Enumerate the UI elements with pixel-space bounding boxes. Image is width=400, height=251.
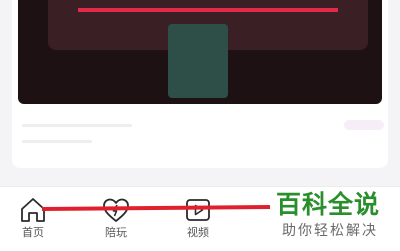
tab-label: 首页 bbox=[22, 226, 44, 239]
video-play-icon bbox=[186, 199, 210, 221]
tab-label: 陪玩 bbox=[105, 226, 127, 239]
watermark-title: 百科全说 bbox=[276, 190, 381, 219]
tab-home[interactable]: 首页 bbox=[0, 187, 73, 251]
video-card[interactable] bbox=[12, 0, 388, 168]
card-tag bbox=[344, 120, 384, 130]
watermark-subtitle: 助你轻松解决 bbox=[282, 223, 378, 239]
thumbnail-figure bbox=[168, 24, 228, 98]
watermark: 百科全说 助你轻松解决 bbox=[270, 188, 400, 250]
tab-companion[interactable]: 陪玩 bbox=[76, 187, 156, 251]
content-feed bbox=[0, 0, 400, 186]
card-meta-placeholder bbox=[22, 140, 92, 143]
card-meta-placeholder bbox=[22, 124, 132, 127]
video-thumbnail[interactable] bbox=[18, 0, 382, 104]
thumbnail-neon-strip bbox=[78, 8, 338, 12]
tab-label: 视频 bbox=[187, 226, 209, 239]
tab-video[interactable]: 视频 bbox=[158, 187, 238, 251]
